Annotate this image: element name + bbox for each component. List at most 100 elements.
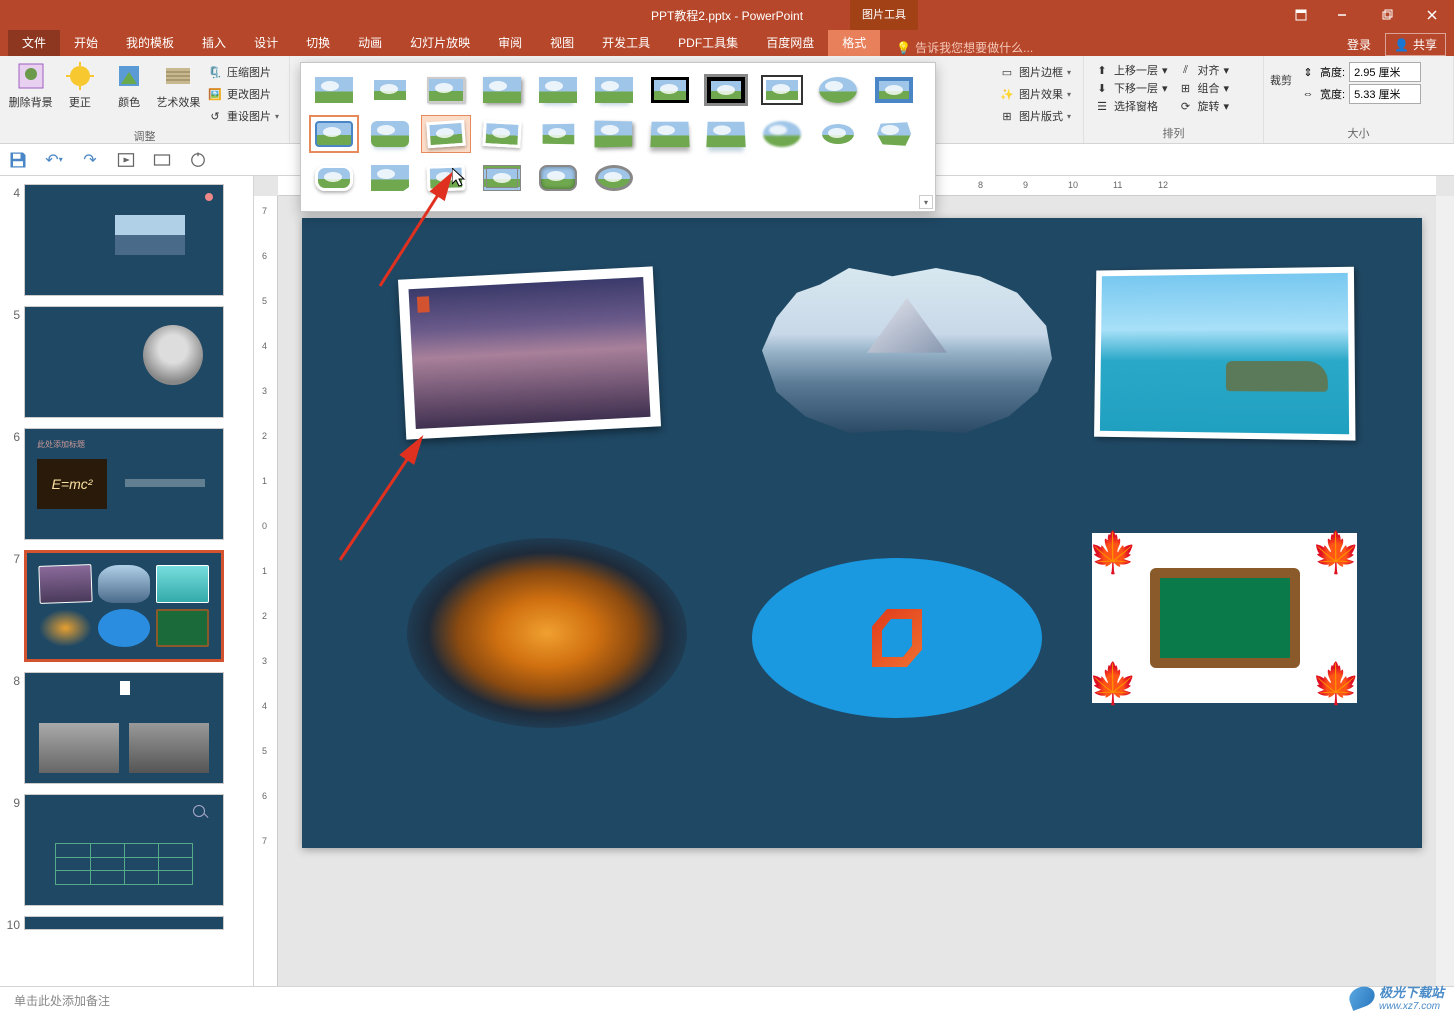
picture-style-option[interactable] xyxy=(365,71,415,109)
picture-style-option[interactable] xyxy=(757,71,807,109)
tab-developer[interactable]: 开发工具 xyxy=(588,29,664,56)
picture-style-option[interactable] xyxy=(477,159,527,197)
chevron-down-icon: ▾ xyxy=(1067,68,1071,77)
rotate-button[interactable]: ⟳旋转▾ xyxy=(1178,98,1230,114)
tab-slideshow[interactable]: 幻灯片放映 xyxy=(396,29,484,56)
picture-style-option[interactable] xyxy=(533,159,583,197)
slide-thumbnail[interactable]: 此处添加标题 E=mc² xyxy=(24,428,224,540)
change-picture-icon: 🖼️ xyxy=(207,86,223,102)
picture-style-option[interactable] xyxy=(533,71,583,109)
minimize-button[interactable] xyxy=(1319,0,1364,30)
send-backward-button[interactable]: ⬇下移一层▾ xyxy=(1094,80,1168,96)
slide-picture-leaf-oval[interactable] xyxy=(407,538,687,728)
slide-thumbnail[interactable] xyxy=(24,916,224,930)
tab-pdf-tools[interactable]: PDF工具集 xyxy=(664,29,752,56)
slide-picture-mountain-cloud[interactable] xyxy=(762,268,1052,433)
save-button[interactable] xyxy=(8,150,28,170)
picture-style-option[interactable] xyxy=(757,115,807,153)
width-field: ⇔ 宽度: xyxy=(1300,84,1421,104)
height-input[interactable] xyxy=(1349,62,1421,82)
picture-style-option[interactable] xyxy=(869,115,919,153)
slide-thumbnail[interactable] xyxy=(24,306,224,418)
slide-picture-cityscape[interactable] xyxy=(398,266,661,439)
rotate-icon: ⟳ xyxy=(1178,98,1194,114)
picture-style-option[interactable] xyxy=(813,115,863,153)
width-input[interactable] xyxy=(1349,84,1421,104)
tab-design[interactable]: 设计 xyxy=(240,29,292,56)
notes-panel[interactable]: 单击此处添加备注 极光下载站 www.xz7.com xyxy=(0,986,1454,1014)
tab-transitions[interactable]: 切换 xyxy=(292,29,344,56)
group-button[interactable]: ⊞组合▾ xyxy=(1178,80,1230,96)
tab-animations[interactable]: 动画 xyxy=(344,29,396,56)
gallery-more-button[interactable]: ▾ xyxy=(919,195,933,209)
qat-button[interactable] xyxy=(152,150,172,170)
tab-my-templates[interactable]: 我的模板 xyxy=(112,29,188,56)
align-button[interactable]: ⫽对齐▾ xyxy=(1178,62,1230,78)
lightbulb-icon: 💡 xyxy=(896,41,911,55)
slide-canvas[interactable]: 🍁🍁🍁🍁 xyxy=(302,218,1422,848)
slide-number: 5 xyxy=(6,306,24,418)
close-button[interactable] xyxy=(1409,0,1454,30)
picture-style-option[interactable] xyxy=(365,115,415,153)
touch-mouse-mode-button[interactable] xyxy=(188,150,208,170)
slide-picture-chalkboard[interactable]: 🍁🍁🍁🍁 xyxy=(1092,533,1357,703)
redo-button[interactable]: ↷ xyxy=(80,150,100,170)
selection-pane-button[interactable]: ☰选择窗格 xyxy=(1094,98,1168,114)
picture-style-option[interactable] xyxy=(309,159,359,197)
picture-style-option[interactable] xyxy=(477,115,527,153)
slide-thumbnail[interactable] xyxy=(24,794,224,906)
picture-style-option[interactable] xyxy=(421,159,471,197)
picture-effects-button[interactable]: ✨图片效果▾ xyxy=(995,84,1075,104)
slide-picture-beach[interactable] xyxy=(1094,267,1355,441)
picture-style-option-hovered[interactable] xyxy=(421,115,471,153)
picture-style-option[interactable] xyxy=(309,115,359,153)
slide-thumbnail[interactable] xyxy=(24,184,224,296)
bring-forward-button[interactable]: ⬆上移一层▾ xyxy=(1094,62,1168,78)
picture-style-option[interactable] xyxy=(477,71,527,109)
corrections-button[interactable]: 更正 xyxy=(55,60,104,110)
picture-style-option[interactable] xyxy=(645,71,695,109)
slide-thumbnail-current[interactable] xyxy=(24,550,224,662)
tab-review[interactable]: 审阅 xyxy=(484,29,536,56)
picture-style-option[interactable] xyxy=(813,71,863,109)
slide-picture-office-logo[interactable] xyxy=(752,558,1042,718)
picture-style-option[interactable] xyxy=(645,115,695,153)
picture-style-option[interactable] xyxy=(533,115,583,153)
color-button[interactable]: 颜色 xyxy=(105,60,154,110)
artistic-effects-button[interactable]: 艺术效果 xyxy=(154,60,203,110)
slide-editor: 8 9 10 11 12 7 6 5 4 3 2 1 0 1 2 3 4 5 6… xyxy=(254,176,1454,986)
tab-format[interactable]: 格式 xyxy=(828,29,880,56)
ribbon-display-options-button[interactable] xyxy=(1283,0,1319,30)
tab-baidu[interactable]: 百度网盘 xyxy=(752,29,828,56)
vertical-scrollbar[interactable] xyxy=(1436,196,1454,986)
tab-view[interactable]: 视图 xyxy=(536,29,588,56)
picture-border-button[interactable]: ▭图片边框▾ xyxy=(995,62,1075,82)
undo-button[interactable]: ↶ ▾ xyxy=(44,150,64,170)
picture-style-option[interactable] xyxy=(701,115,751,153)
picture-style-option[interactable] xyxy=(701,71,751,109)
picture-style-option[interactable] xyxy=(421,71,471,109)
login-button[interactable]: 登录 xyxy=(1347,36,1371,53)
change-picture-button[interactable]: 🖼️更改图片 xyxy=(203,84,283,104)
tab-insert[interactable]: 插入 xyxy=(188,29,240,56)
compress-pictures-button[interactable]: 🗜️压缩图片 xyxy=(203,62,283,82)
picture-style-option[interactable] xyxy=(869,71,919,109)
reset-picture-button[interactable]: ↺重设图片▾ xyxy=(203,106,283,126)
start-from-beginning-button[interactable] xyxy=(116,150,136,170)
tell-me-search[interactable]: 💡 告诉我您想要做什么... xyxy=(896,39,1033,56)
picture-layout-button[interactable]: ⊞图片版式▾ xyxy=(995,106,1075,126)
restore-button[interactable] xyxy=(1364,0,1409,30)
slide-thumbnail[interactable] xyxy=(24,672,224,784)
tab-file[interactable]: 文件 xyxy=(8,29,60,56)
remove-background-button[interactable]: 删除背景 xyxy=(6,60,55,110)
picture-style-option[interactable] xyxy=(365,159,415,197)
picture-style-option[interactable] xyxy=(309,71,359,109)
share-label: 共享 xyxy=(1413,36,1437,53)
picture-style-option[interactable] xyxy=(589,159,639,197)
tab-home[interactable]: 开始 xyxy=(60,29,112,56)
picture-style-option[interactable] xyxy=(589,115,639,153)
picture-style-option[interactable] xyxy=(589,71,639,109)
crop-button[interactable]: 裁剪 xyxy=(1270,60,1292,88)
share-button[interactable]: 👤 共享 xyxy=(1385,33,1446,56)
slide-thumbnail-panel[interactable]: 4 5 6 此处添加标题 E=mc² 7 8 9 xyxy=(0,176,254,986)
